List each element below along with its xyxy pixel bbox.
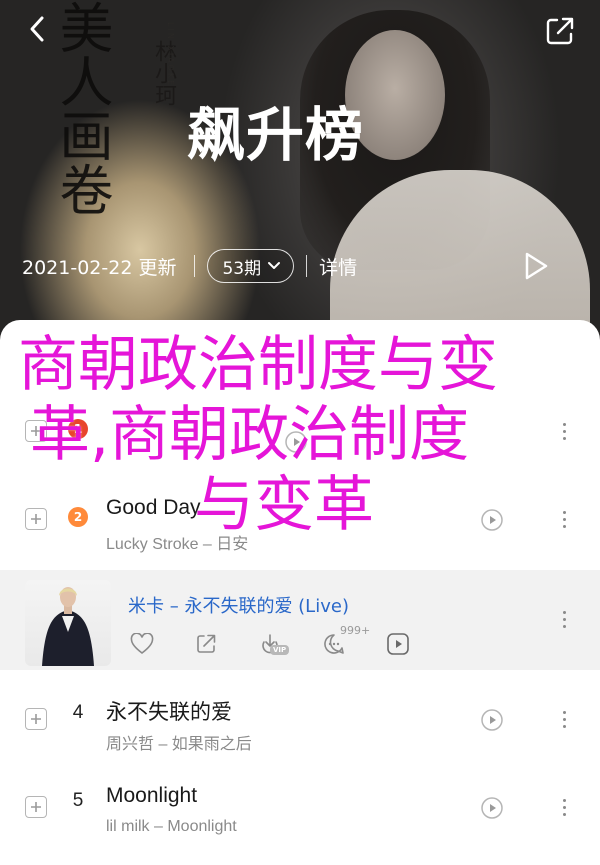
page-title: 飙升榜	[187, 101, 365, 169]
plus-icon	[31, 426, 41, 436]
song-subtitle: Lucky Stroke – 日安	[106, 536, 249, 553]
play-square-icon	[387, 633, 409, 655]
share-icon	[197, 634, 216, 653]
more-options-button[interactable]	[552, 792, 576, 822]
plus-icon	[31, 514, 41, 524]
song-list: 1 2 Good Day Lucky Stroke – 日安 米卡 – 永不失联…	[0, 320, 600, 865]
song-subtitle: 周兴哲 – 如果雨之后	[106, 736, 252, 753]
plus-icon	[31, 802, 41, 812]
play-video-button[interactable]	[384, 630, 412, 658]
rank-number: 4	[72, 702, 84, 723]
issue-label: 53期	[222, 258, 262, 279]
more-options-button[interactable]	[552, 416, 576, 446]
play-circle-icon[interactable]	[284, 430, 308, 454]
more-options-button[interactable]	[552, 504, 576, 534]
list-item[interactable]: 2 Good Day Lucky Stroke – 日安	[0, 478, 600, 566]
chart-meta-row: 2021-02-22 更新 53期 详情	[22, 248, 357, 284]
play-circle-icon[interactable]	[480, 796, 504, 820]
list-item[interactable]: 4 永不失联的爱 周兴哲 – 如果雨之后	[0, 678, 600, 766]
song-title: 米卡 – 永不失联的爱 (Live)	[128, 596, 349, 617]
more-options-button[interactable]	[552, 704, 576, 734]
cover-figure	[42, 587, 94, 666]
play-circle-icon[interactable]	[480, 508, 504, 532]
song-cover	[25, 580, 111, 666]
share-icon	[546, 17, 574, 45]
comment-button[interactable]: 999+	[320, 624, 370, 658]
meta-divider	[194, 255, 196, 277]
song-subtitle: lil milk – Moonlight	[106, 818, 237, 835]
rank-badge: 1	[68, 419, 88, 439]
song-title: 永不失联的爱	[106, 701, 232, 724]
like-button[interactable]	[128, 630, 156, 658]
song-actions: VIP 999+	[128, 624, 448, 658]
play-icon	[525, 252, 548, 280]
add-button[interactable]	[25, 796, 47, 818]
rank-badge: 2	[68, 507, 88, 527]
list-item[interactable]: 1	[0, 390, 600, 478]
download-button[interactable]: VIP	[256, 630, 290, 658]
chevron-down-icon	[268, 262, 281, 269]
plus-icon	[31, 714, 41, 724]
add-button[interactable]	[25, 708, 47, 730]
vip-tag: VIP	[270, 645, 290, 655]
list-item-highlighted[interactable]: 米卡 – 永不失联的爱 (Live) VIP 999+	[0, 570, 600, 670]
share-song-button[interactable]	[192, 630, 220, 658]
add-button[interactable]	[25, 420, 47, 442]
back-button[interactable]	[22, 14, 52, 44]
chevron-left-icon	[30, 16, 44, 42]
details-link[interactable]: 详情	[319, 253, 357, 280]
update-date: 2021-02-22 更新	[22, 256, 177, 279]
chart-header-banner: 美人画卷 林小珂 LIN XIAOKE 飙升榜 2021-02-22 更新 53…	[0, 0, 600, 360]
share-button[interactable]	[543, 14, 577, 48]
rank-number: 5	[72, 790, 84, 811]
issue-selector[interactable]: 53期	[207, 249, 295, 283]
add-button[interactable]	[25, 508, 47, 530]
play-circle-icon[interactable]	[480, 708, 504, 732]
play-all-button[interactable]	[518, 249, 552, 283]
meta-divider	[306, 255, 308, 277]
song-title: Good Day	[106, 496, 201, 519]
more-options-button[interactable]	[552, 604, 576, 634]
heart-icon	[130, 633, 154, 655]
list-item[interactable]: 5 Moonlight lil milk – Moonlight	[0, 766, 600, 854]
cover-vertical-en: LIN XIAOKE	[166, 22, 175, 88]
comment-count: 999+	[340, 624, 371, 637]
song-title: Moonlight	[106, 784, 198, 807]
